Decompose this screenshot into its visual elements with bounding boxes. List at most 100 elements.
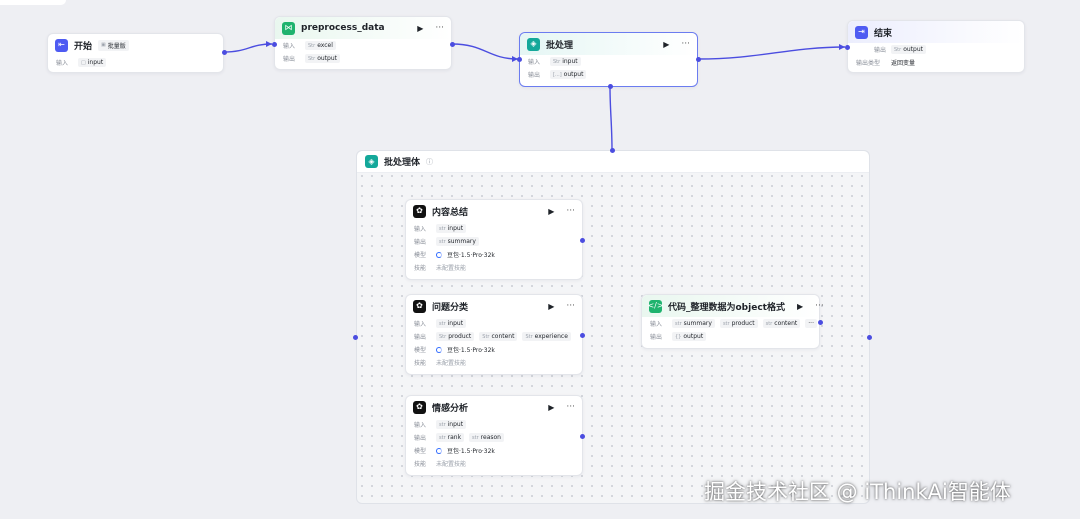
param-tag: Str content <box>479 332 518 341</box>
workflow-canvas[interactable]: ⇤ 开始 ▣ 批量版 输入 □ input ⋈ preprocess_data ▶ … <box>0 0 1080 519</box>
more-button[interactable]: ··· <box>566 402 575 412</box>
start-node[interactable]: ⇤ 开始 ▣ 批量版 输入 □ input <box>47 33 224 73</box>
input-port[interactable] <box>845 45 850 50</box>
node-title: 代码_整理数据为object格式 <box>668 302 785 313</box>
batch-node[interactable]: ◈ 批处理 ▶ ··· 输入 Str input 输出 [...] output <box>519 32 698 87</box>
param-tag: Str experience <box>522 332 571 341</box>
code-icon: </> <box>647 299 664 313</box>
row-key: 输入 <box>528 59 541 66</box>
param-tag: Str input <box>550 57 581 66</box>
node-title: 情感分析 <box>432 403 469 414</box>
row-key: 输入 <box>56 60 69 67</box>
code-node[interactable]: </> 代码_整理数据为object格式 ▶ ··· 输入 str summary… <box>641 294 824 349</box>
param-tag: str content <box>762 319 801 328</box>
row-key: 输出 <box>528 72 541 79</box>
row-key: 输入 <box>414 422 427 429</box>
row-key: 输出类型 <box>856 60 881 67</box>
output-port[interactable] <box>696 57 701 62</box>
llm-node-summary[interactable]: ✿ 内容总结 ▶ ··· 输入 str input 输出 str summary 模… <box>405 199 583 280</box>
param-tag: Str output <box>305 54 340 63</box>
skills-value: 未配置技能 <box>436 360 467 367</box>
run-button[interactable]: ▶ <box>548 403 554 412</box>
output-port[interactable] <box>580 434 585 439</box>
llm-node-classify[interactable]: ✿ 问题分类 ▶ ··· 输入 str input 输出 Str product S… <box>405 294 583 375</box>
row-key: 输出 <box>414 435 427 442</box>
param-tag: str summary <box>436 237 479 246</box>
output-port[interactable] <box>580 238 585 243</box>
info-icon[interactable]: ⓘ <box>426 157 433 167</box>
row-key: 模型 <box>414 448 427 455</box>
edge-batch-end <box>697 46 846 60</box>
run-button[interactable]: ▶ <box>797 302 803 311</box>
model-icon <box>436 346 442 353</box>
param-tag: Str product <box>436 332 475 341</box>
output-port[interactable] <box>450 42 455 47</box>
model-name: 豆包·1.5·Pro·32k <box>447 347 495 354</box>
edge-preprocess-batch <box>451 43 519 60</box>
output-port[interactable] <box>818 320 823 325</box>
param-tag: str input <box>436 224 467 233</box>
loop-input-port[interactable] <box>353 335 358 340</box>
node-title: preprocess_data <box>301 23 385 33</box>
batch-icon: ◈ <box>365 155 378 168</box>
row-key: 输入 <box>283 43 296 50</box>
input-port[interactable] <box>272 42 277 47</box>
batch-body-port[interactable] <box>608 84 613 89</box>
run-button[interactable]: ▶ <box>548 302 554 311</box>
version-badge: ▣ 批量版 <box>98 39 129 51</box>
llm-icon: ✿ <box>413 299 426 313</box>
output-port[interactable] <box>222 50 227 55</box>
watermark: 掘金技术社区 @ iThinkAi智能体 <box>704 480 1011 504</box>
more-button[interactable]: ··· <box>681 39 690 49</box>
run-button[interactable]: ▶ <box>548 207 554 216</box>
param-tag: str summary <box>672 319 715 328</box>
param-tag: [...] output <box>550 70 587 79</box>
model-name: 豆包·1.5·Pro·32k <box>447 448 495 455</box>
param-tag: str input <box>436 319 467 328</box>
batch-body-title: 批处理体 <box>384 158 421 168</box>
skills-value: 未配置技能 <box>436 265 467 272</box>
row-key: 技能 <box>414 265 427 272</box>
end-icon: ⇥ <box>855 25 868 39</box>
node-title: 批处理 <box>546 40 574 51</box>
row-key: 输出 <box>414 239 427 246</box>
param-tag: str input <box>436 420 467 429</box>
model-icon <box>436 447 442 454</box>
return-type-value: 返回变量 <box>891 60 916 67</box>
row-key: 输出 <box>414 334 427 341</box>
more-params-button[interactable]: ··· <box>805 319 817 328</box>
row-key: 输入 <box>414 226 427 233</box>
row-key: 输出 <box>873 47 886 54</box>
skills-value: 未配置技能 <box>436 461 467 468</box>
more-button[interactable]: ··· <box>566 206 575 216</box>
row-key: 技能 <box>414 360 427 367</box>
run-button[interactable]: ▶ <box>663 40 669 49</box>
more-button[interactable]: ··· <box>435 23 444 33</box>
param-tag: Str output <box>891 45 926 54</box>
output-port[interactable] <box>580 333 585 338</box>
row-key: 模型 <box>414 347 427 354</box>
input-port[interactable] <box>517 57 522 62</box>
node-title: 问题分类 <box>432 302 469 313</box>
edge-start-preprocess <box>223 43 273 53</box>
end-node[interactable]: ⇥ 结束 输出 Str output 输出类型 返回变量 <box>847 20 1025 73</box>
param-tag: str rank <box>436 433 465 442</box>
run-button[interactable]: ▶ <box>417 24 423 33</box>
row-key: 输入 <box>650 321 663 328</box>
batch-body-port[interactable] <box>610 148 615 153</box>
more-button[interactable]: ··· <box>815 301 824 311</box>
llm-node-sentiment[interactable]: ✿ 情感分析 ▶ ··· 输入 str input 输出 str rank str r… <box>405 395 583 476</box>
param-tag: {} output <box>672 332 707 341</box>
start-icon: ⇤ <box>55 38 68 52</box>
preprocess-node[interactable]: ⋈ preprocess_data ▶ ··· 输入 Str excel 输出 S… <box>274 16 452 70</box>
edge-batch-body <box>609 86 613 151</box>
model-icon <box>436 251 442 258</box>
more-button[interactable]: ··· <box>566 301 575 311</box>
llm-icon: ✿ <box>413 204 426 218</box>
batch-icon: ◈ <box>527 37 540 51</box>
param-tag: str reason <box>469 433 504 442</box>
row-key: 模型 <box>414 252 427 259</box>
model-name: 豆包·1.5·Pro·32k <box>447 252 495 259</box>
node-title: 结束 <box>874 28 893 39</box>
loop-output-port[interactable] <box>867 335 872 340</box>
